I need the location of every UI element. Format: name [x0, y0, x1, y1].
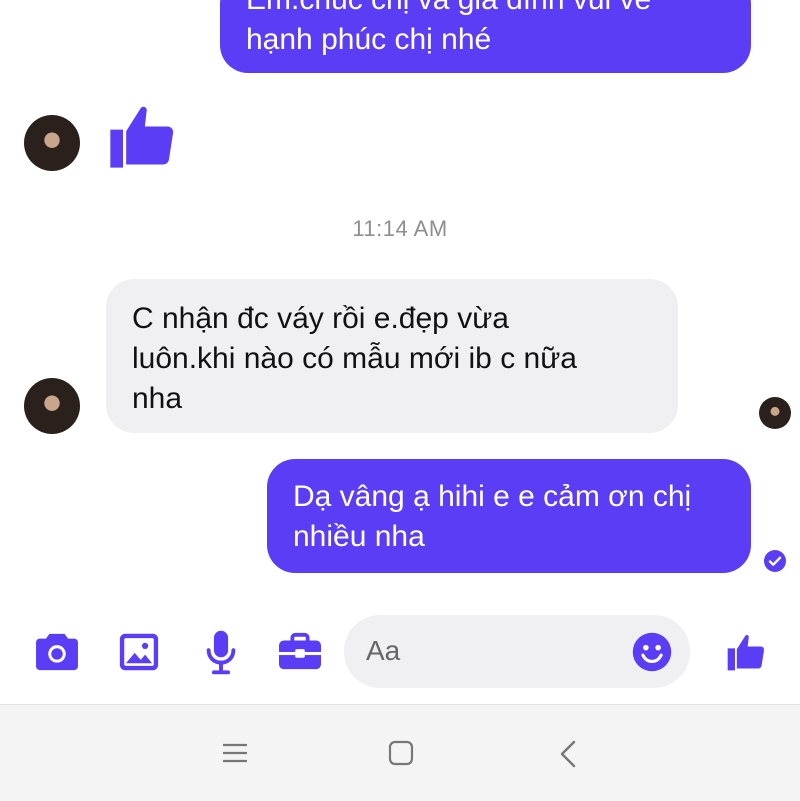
message-text-line: Em.chúc chị và gia đình vui vẻ: [246, 0, 725, 20]
message-input[interactable]: Aa: [344, 615, 690, 688]
message-text-line: nha: [132, 382, 183, 415]
message-text-line: Dạ vâng ạ hihi e e cảm ơn chị: [293, 480, 692, 513]
message-text-line: C nhận đc váy rồi e.đẹp vừa: [132, 302, 509, 335]
microphone-icon[interactable]: [195, 626, 247, 678]
back-icon[interactable]: [559, 740, 577, 768]
thumbs-up-sticker-icon: [104, 98, 180, 174]
incoming-message-bubble[interactable]: C nhận đc váy rồi e.đẹp vừa luôn.khi nào…: [106, 279, 678, 433]
message-text-line: hạnh phúc chị nhé: [246, 23, 492, 56]
message-text-line: luôn.khi nào có mẫu mới ib c nữa: [132, 342, 577, 375]
contact-avatar[interactable]: [24, 378, 80, 434]
system-navigation-bar: [0, 704, 800, 801]
camera-icon[interactable]: [31, 626, 83, 678]
image-icon[interactable]: [113, 626, 165, 678]
message-text-line: nhiều nha: [293, 520, 425, 553]
message-timestamp: 11:14 AM: [352, 216, 448, 241]
delivered-check-icon: [763, 549, 787, 573]
emoji-icon[interactable]: [631, 631, 673, 673]
contact-avatar[interactable]: [24, 115, 80, 171]
outgoing-message-bubble[interactable]: Dạ vâng ạ hihi e e cảm ơn chị nhiều nha: [267, 459, 751, 573]
outgoing-message-bubble-top[interactable]: Em.chúc chị và gia đình vui vẻ hạnh phúc…: [220, 0, 751, 73]
seen-receipt-avatar: [759, 397, 791, 429]
menu-icon[interactable]: [222, 742, 248, 764]
message-input-placeholder: Aa: [366, 635, 401, 666]
thumbs-up-icon[interactable]: [720, 626, 772, 678]
home-icon[interactable]: [388, 740, 414, 766]
toolbox-icon[interactable]: [274, 626, 326, 678]
